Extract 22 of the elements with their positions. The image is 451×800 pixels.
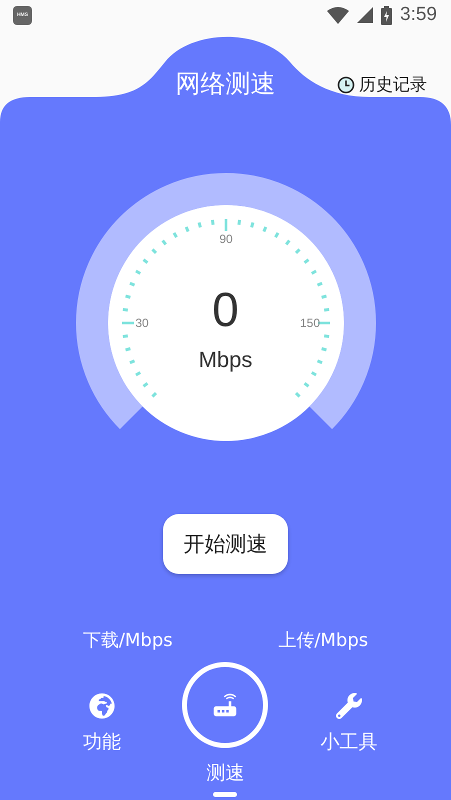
- battery-charging-icon: [381, 6, 392, 24]
- nav-tab[interactable]: 测速: [164, 662, 288, 797]
- nav-tab[interactable]: 功能: [40, 662, 164, 797]
- selected-indicator: [213, 792, 238, 797]
- nav-label: 小工具: [320, 730, 378, 755]
- speed-unit: Mbps: [198, 347, 252, 373]
- history-link[interactable]: 历史记录: [337, 73, 427, 96]
- stat-label: 上传/Mbps: [277, 629, 370, 652]
- speed-value: 0: [212, 283, 239, 339]
- start-test-button[interactable]: 开始测速: [163, 514, 288, 574]
- status-time: 3:59: [400, 4, 437, 26]
- scale-label: 150: [299, 316, 320, 330]
- wifi-icon: [327, 6, 350, 24]
- nav-label: 测速: [206, 761, 244, 786]
- stat-label: 下载/Mbps: [82, 629, 174, 652]
- signal-icon: [357, 7, 374, 23]
- scale-label: 90: [218, 232, 232, 246]
- scale-label: 30: [134, 316, 148, 330]
- clock-icon: [337, 76, 355, 94]
- nav-tab[interactable]: 小工具: [287, 662, 411, 797]
- page-title: 网络测速: [176, 68, 276, 100]
- nav-label: 功能: [82, 730, 121, 755]
